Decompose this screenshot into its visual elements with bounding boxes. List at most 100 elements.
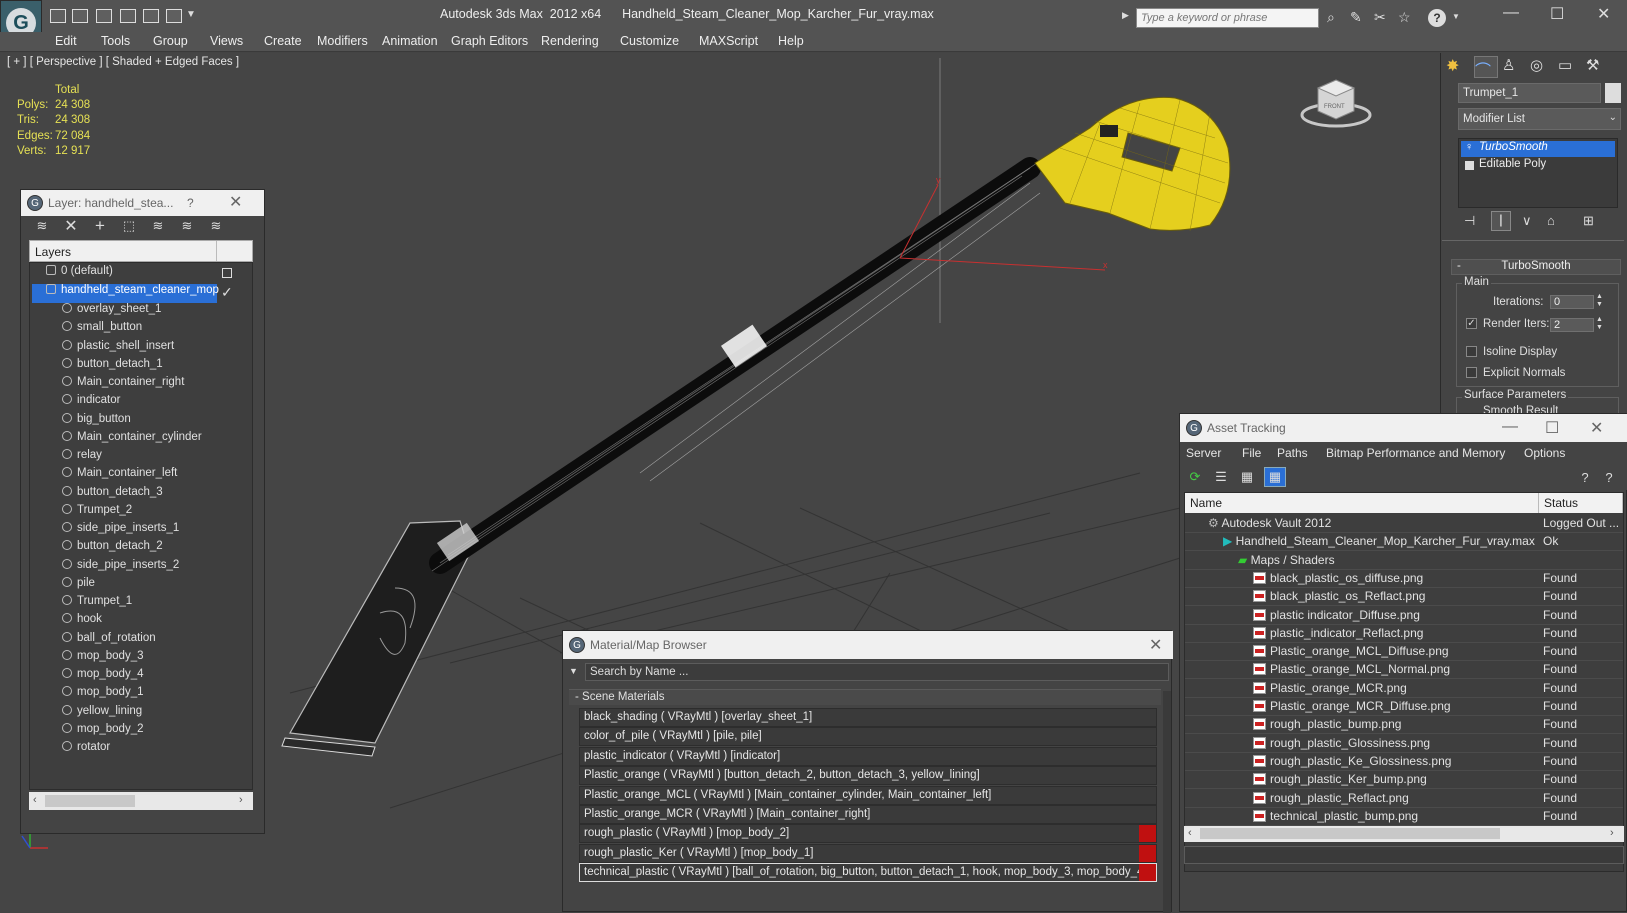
asset-help-context-icon[interactable]: ?: [1600, 469, 1618, 485]
hierarchy-tab-icon[interactable]: ♙: [1502, 56, 1526, 78]
layer-list[interactable]: 0 (default) handheld_steam_cleaner_mop ✓…: [29, 262, 253, 790]
layer-object-row[interactable]: overlay_sheet_1: [62, 303, 161, 322]
material-row[interactable]: Plastic_orange ( VRayMtl ) [button_detac…: [579, 766, 1157, 786]
menu-graph-editors[interactable]: Graph Editors: [451, 34, 528, 48]
freeze-all-layers-icon[interactable]: ≋: [207, 218, 225, 234]
asset-row[interactable]: black_plastic_os_diffuse.png Found: [1185, 569, 1623, 588]
redo-icon[interactable]: [166, 9, 182, 23]
asset-path-field[interactable]: [1184, 846, 1624, 864]
show-end-result-icon[interactable]: |: [1491, 211, 1511, 231]
asset-row[interactable]: plastic indicator_Diffuse.png Found: [1185, 606, 1623, 625]
binoculars-icon[interactable]: ⌕: [1327, 9, 1335, 26]
layer-object-row[interactable]: button_detach_2: [62, 540, 163, 559]
tools-icon[interactable]: ✂: [1374, 9, 1386, 26]
undo-icon[interactable]: [143, 9, 159, 23]
render-iters-checkbox[interactable]: ✓: [1466, 318, 1477, 329]
asset-menu-options[interactable]: Options: [1524, 446, 1565, 460]
status-column-header[interactable]: Status: [1539, 493, 1623, 513]
asset-close-icon[interactable]: ✕: [1590, 418, 1603, 438]
help-dropdown-icon[interactable]: ▼: [1452, 12, 1460, 21]
explicit-normals-checkbox[interactable]: [1466, 367, 1477, 378]
layer-object-row[interactable]: rotator: [62, 741, 110, 760]
material-browser-close-icon[interactable]: ✕: [1149, 635, 1162, 655]
layer-close-icon[interactable]: ✕: [229, 192, 242, 212]
save-file-icon[interactable]: [72, 9, 88, 23]
object-name-field[interactable]: Trumpet_1: [1458, 83, 1601, 103]
list-view-icon[interactable]: ☰: [1212, 469, 1230, 485]
object-color-swatch[interactable]: [1605, 83, 1621, 103]
favorites-star-icon[interactable]: ☆: [1398, 9, 1411, 26]
layer-object-row[interactable]: ball_of_rotation: [62, 631, 156, 651]
asset-row[interactable]: rough_plastic_Ke_Glossiness.png Found: [1185, 752, 1623, 771]
utilities-tab-icon[interactable]: ⚒: [1586, 56, 1610, 78]
active-layer-checkmark-icon[interactable]: ✓: [221, 284, 233, 301]
layer-object-row[interactable]: Main_container_left: [62, 467, 177, 486]
configure-modifier-sets-icon[interactable]: ⊞: [1583, 213, 1594, 229]
asset-row[interactable]: Plastic_orange_MCL_Normal.png Found: [1185, 660, 1623, 680]
iterations-spinner[interactable]: 0: [1550, 295, 1594, 309]
close-icon[interactable]: ✕: [1597, 4, 1610, 24]
menu-help[interactable]: Help: [778, 34, 804, 48]
asset-row[interactable]: rough_plastic_bump.png Found: [1185, 715, 1623, 735]
refresh-icon[interactable]: ⟳: [1186, 469, 1204, 485]
material-row[interactable]: technical_plastic ( VRayMtl ) [ball_of_r…: [579, 863, 1157, 883]
add-to-layer-icon[interactable]: +: [91, 216, 109, 235]
stack-item-editable-poly[interactable]: Editable Poly: [1461, 158, 1615, 174]
layer-object-row[interactable]: hook: [62, 613, 102, 632]
lightbulb-icon[interactable]: ♀: [1465, 141, 1473, 153]
menu-views[interactable]: Views: [210, 34, 243, 48]
layer-object-row[interactable]: yellow_lining: [62, 704, 142, 724]
material-row[interactable]: rough_plastic ( VRayMtl ) [mop_body_2]: [579, 824, 1157, 844]
asset-row[interactable]: Plastic_orange_MCL_Diffuse.png Found: [1185, 642, 1623, 662]
table-view-icon[interactable]: ▦: [1264, 467, 1286, 487]
motion-tab-icon[interactable]: ◎: [1530, 56, 1554, 78]
menu-tools[interactable]: Tools: [101, 34, 130, 48]
keyword-search-input[interactable]: Type a keyword or phrase: [1136, 8, 1319, 28]
scroll-right-icon[interactable]: ›: [1610, 827, 1614, 839]
layer-help-button[interactable]: ?: [187, 196, 194, 210]
material-row[interactable]: Plastic_orange_MCR ( VRayMtl ) [Main_con…: [579, 805, 1157, 824]
select-in-layer-icon[interactable]: ⬚: [120, 218, 138, 234]
asset-row[interactable]: rough_plastic_Glossiness.png Found: [1185, 734, 1623, 753]
browser-options-icon[interactable]: ▼: [569, 666, 578, 676]
layers-column-header[interactable]: Layers: [29, 240, 253, 262]
viewcube[interactable]: FRONT: [1300, 79, 1372, 128]
default-layer-current-box[interactable]: [222, 268, 232, 278]
scroll-thumb[interactable]: [1200, 828, 1500, 839]
layer-object-row[interactable]: pile: [62, 576, 95, 596]
minimize-icon[interactable]: —: [1503, 4, 1519, 22]
layer-object-row[interactable]: small_button: [62, 321, 142, 340]
layer-horizontal-scrollbar[interactable]: ‹ ›: [29, 792, 253, 810]
search-expand-icon[interactable]: ▶: [1122, 10, 1129, 21]
display-tab-icon[interactable]: ▭: [1558, 56, 1582, 78]
layer-object-row[interactable]: Main_container_right: [62, 376, 184, 395]
scroll-left-icon[interactable]: ‹: [33, 794, 37, 806]
help-icon[interactable]: ?: [1428, 9, 1446, 27]
layer-object-row[interactable]: big_button: [62, 412, 131, 432]
modifier-stack[interactable]: ♀ TurboSmooth Editable Poly: [1458, 138, 1618, 208]
menu-animation[interactable]: Animation: [382, 34, 438, 48]
layer-object-row[interactable]: plastic_shell_insert: [62, 339, 174, 359]
layer-row-default[interactable]: 0 (default): [46, 265, 246, 284]
highlight-layer-icon[interactable]: ≋: [149, 218, 167, 234]
asset-menu-file[interactable]: File: [1242, 446, 1261, 460]
layer-object-row[interactable]: side_pipe_inserts_1: [62, 522, 179, 541]
render-iters-spinner[interactable]: 2: [1550, 318, 1594, 332]
asset-row[interactable]: technical_plastic_bump.png Found: [1185, 807, 1623, 826]
material-row[interactable]: black_shading ( VRayMtl ) [overlay_sheet…: [579, 708, 1157, 727]
layer-object-row[interactable]: indicator: [62, 394, 120, 413]
menu-rendering[interactable]: Rendering: [541, 34, 599, 48]
asset-row[interactable]: plastic_indicator_Reflact.png Found: [1185, 624, 1623, 643]
open-file-icon[interactable]: [50, 9, 66, 23]
menu-maxscript[interactable]: MAXScript: [699, 34, 758, 48]
delete-layer-icon[interactable]: ✕: [62, 218, 80, 235]
layer-object-row[interactable]: button_detach_1: [62, 357, 163, 377]
layer-object-row[interactable]: relay: [62, 449, 102, 468]
asset-row[interactable]: ▰ Maps / Shaders: [1185, 551, 1623, 570]
asset-menu-bitmap-performance[interactable]: Bitmap Performance and Memory: [1326, 446, 1505, 460]
stack-item-turbosmooth[interactable]: ♀ TurboSmooth: [1461, 141, 1615, 157]
iterations-spinner-arrows-icon[interactable]: ▲ ▼: [1596, 293, 1603, 309]
viewport-label[interactable]: [ + ] [ Perspective ] [ Shaded + Edged F…: [7, 56, 239, 68]
asset-row[interactable]: rough_plastic_Reflact.png Found: [1185, 789, 1623, 808]
asset-row[interactable]: ⚙ Autodesk Vault 2012 Logged Out ...: [1185, 514, 1623, 533]
